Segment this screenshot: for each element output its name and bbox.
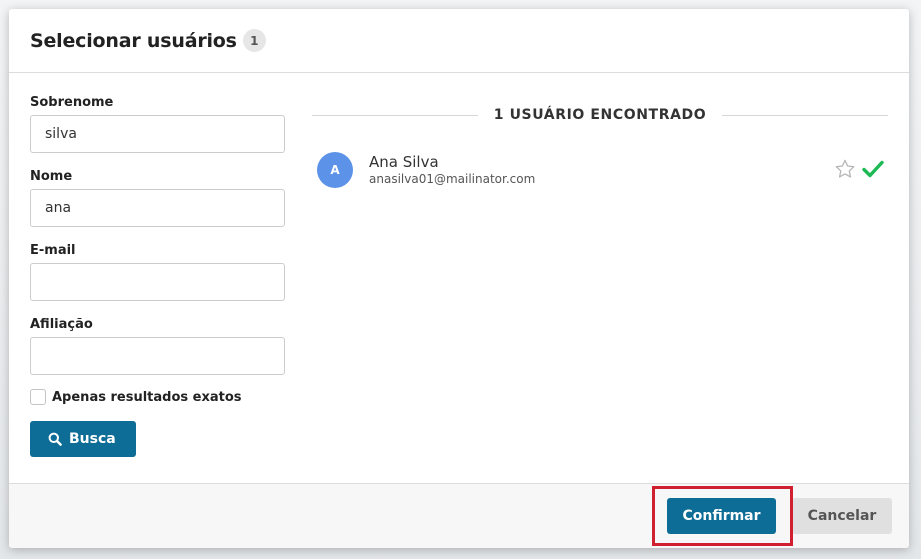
user-row-actions [828, 158, 884, 180]
results-divider-right [722, 114, 888, 116]
affiliation-field-group: Afiliação [30, 317, 285, 375]
dialog-header: Selecionar usuários 1 [9, 9, 909, 73]
affiliation-label: Afiliação [30, 317, 93, 332]
surname-label: Sobrenome [30, 95, 114, 110]
search-button[interactable]: Busca [30, 421, 136, 457]
name-label: Nome [30, 169, 73, 184]
user-result-row[interactable]: A Ana Silva anasilva01@mailinator.com [312, 145, 888, 195]
star-outline-icon[interactable] [834, 158, 856, 180]
surname-field-group: Sobrenome [30, 95, 285, 153]
avatar: A [317, 152, 353, 188]
search-icon [48, 432, 62, 446]
cancel-button[interactable]: Cancelar [792, 498, 892, 534]
results-header: 1 USUÁRIO ENCONTRADO [312, 105, 888, 125]
exact-results-checkbox[interactable] [30, 389, 46, 405]
name-field-group: Nome [30, 169, 285, 227]
user-email: anasilva01@mailinator.com [369, 172, 536, 186]
search-form: Sobrenome Nome E-mail Afiliação Apenas r… [30, 95, 285, 457]
email-label: E-mail [30, 243, 76, 258]
results-count-title: 1 USUÁRIO ENCONTRADO [493, 107, 707, 123]
name-input[interactable] [30, 189, 285, 227]
confirm-button[interactable]: Confirmar [667, 498, 776, 534]
selected-count-badge: 1 [242, 29, 266, 52]
email-input[interactable] [30, 263, 285, 301]
affiliation-input[interactable] [30, 337, 285, 375]
search-button-label: Busca [69, 431, 116, 447]
dialog-footer: Confirmar Cancelar [9, 483, 909, 548]
select-users-dialog: Selecionar usuários 1 Sobrenome Nome E-m… [9, 9, 909, 548]
exact-results-label: Apenas resultados exatos [52, 389, 242, 405]
user-name: Ana Silva [369, 153, 439, 171]
search-results: 1 USUÁRIO ENCONTRADO A Ana Silva anasilv… [312, 105, 888, 195]
results-divider-left [312, 114, 478, 116]
email-field-group: E-mail [30, 243, 285, 301]
surname-input[interactable] [30, 115, 285, 153]
dialog-title: Selecionar usuários [30, 29, 237, 52]
checkmark-icon[interactable] [862, 159, 884, 179]
user-info: Ana Silva anasilva01@mailinator.com [369, 153, 535, 187]
exact-results-option[interactable]: Apenas resultados exatos [30, 389, 285, 405]
